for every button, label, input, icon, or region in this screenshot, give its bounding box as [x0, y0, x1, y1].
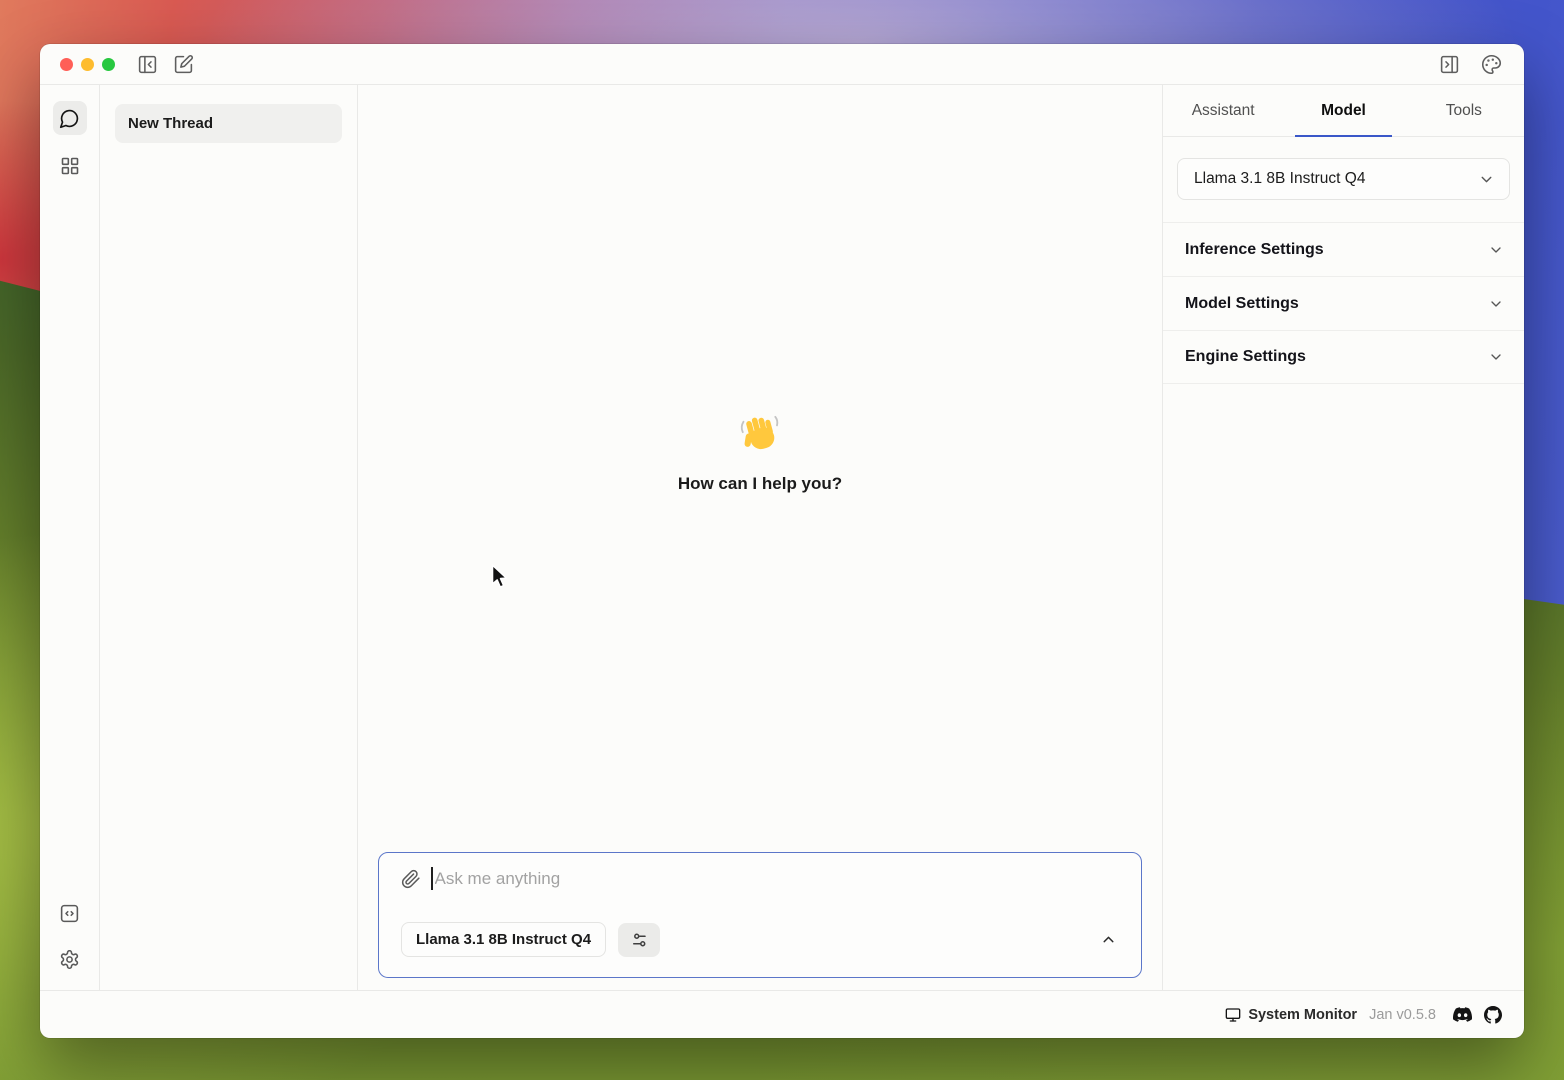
section-label: Inference Settings [1185, 241, 1324, 259]
text-caret [431, 867, 433, 890]
attachment-icon[interactable] [401, 869, 421, 889]
prompt-input[interactable] [435, 869, 1120, 889]
collapse-input-icon[interactable] [1100, 931, 1119, 948]
new-thread-icon[interactable] [173, 54, 194, 75]
section-label: Engine Settings [1185, 348, 1306, 366]
chevron-down-icon [1478, 171, 1495, 188]
status-bar: System Monitor Jan v0.5.8 [40, 990, 1524, 1038]
jan-app-window: New Thread How can I h [40, 44, 1524, 1038]
greeting-text: How can I help you? [678, 474, 842, 494]
system-monitor-label: System Monitor [1248, 1007, 1357, 1023]
panel-right-toggle-icon[interactable] [1439, 54, 1460, 75]
section-engine-settings[interactable]: Engine Settings [1163, 330, 1524, 384]
tab-model[interactable]: Model [1283, 85, 1403, 136]
settings-icon[interactable] [53, 942, 87, 976]
settings-sections: Inference Settings Model Settings Engine… [1163, 222, 1524, 384]
app-version: Jan v0.5.8 [1369, 1007, 1436, 1023]
settings-tabs: Assistant Model Tools [1163, 85, 1524, 137]
section-inference-settings[interactable]: Inference Settings [1163, 222, 1524, 276]
system-monitor-button[interactable]: System Monitor [1225, 1007, 1357, 1023]
thread-list-panel: New Thread [100, 85, 358, 990]
right-settings-panel: Assistant Model Tools Llama 3.1 8B Instr… [1162, 85, 1524, 990]
left-icon-rail [40, 85, 100, 990]
titlebar [40, 44, 1524, 85]
empty-state-greeting: How can I help you? [358, 415, 1162, 494]
model-dropdown-value: Llama 3.1 8B Instruct Q4 [1194, 170, 1365, 188]
chevron-down-icon [1488, 349, 1504, 365]
discord-icon[interactable] [1453, 1005, 1472, 1024]
tab-assistant[interactable]: Assistant [1163, 85, 1283, 136]
hub-icon[interactable] [53, 149, 87, 183]
chevron-down-icon [1488, 242, 1504, 258]
github-icon[interactable] [1484, 1006, 1502, 1024]
local-api-server-icon[interactable] [53, 896, 87, 930]
system-monitor-icon [1225, 1007, 1241, 1023]
thread-list-item[interactable]: New Thread [115, 104, 342, 143]
model-selector-button[interactable]: Llama 3.1 8B Instruct Q4 [401, 922, 606, 957]
chevron-down-icon [1488, 296, 1504, 312]
threads-icon[interactable] [53, 101, 87, 135]
waving-hand-emoji [738, 415, 782, 459]
traffic-lights [60, 58, 115, 71]
chat-area: How can I help you? Llama 3.1 8B Instruc… [358, 85, 1162, 990]
zoom-window-button[interactable] [102, 58, 115, 71]
minimize-window-button[interactable] [81, 58, 94, 71]
prompt-input-box[interactable]: Llama 3.1 8B Instruct Q4 [378, 852, 1142, 978]
theme-palette-icon[interactable] [1481, 54, 1502, 75]
tab-tools[interactable]: Tools [1404, 85, 1524, 136]
section-model-settings[interactable]: Model Settings [1163, 276, 1524, 330]
window-body: New Thread How can I h [40, 85, 1524, 990]
thread-title: New Thread [128, 115, 213, 132]
section-label: Model Settings [1185, 295, 1299, 313]
model-settings-icon[interactable] [618, 923, 660, 957]
model-dropdown[interactable]: Llama 3.1 8B Instruct Q4 [1177, 158, 1510, 200]
panel-left-close-icon[interactable] [137, 54, 158, 75]
close-window-button[interactable] [60, 58, 73, 71]
